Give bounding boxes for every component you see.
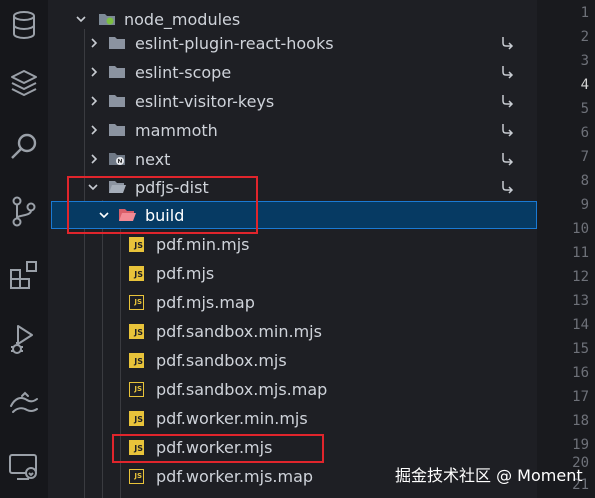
chevron-right-icon: [91, 38, 98, 48]
line-number: 16: [572, 365, 589, 381]
file-explorer: node_modules eslint-plugin-react-hooks e…: [48, 0, 537, 498]
search-icon[interactable]: [5, 128, 43, 166]
remote-explorer-icon[interactable]: [5, 448, 43, 486]
line-number: 3: [580, 53, 589, 69]
tree-item-label: pdf.mjs: [156, 264, 215, 283]
line-number: 10: [572, 221, 589, 237]
tree-item-eslint-scope[interactable]: eslint-scope: [48, 58, 537, 87]
line-number: 11: [572, 245, 589, 261]
line-number: 5: [580, 101, 589, 117]
js-map-file-icon: JS: [129, 382, 144, 397]
symlink-arrow-icon: [502, 153, 514, 166]
tree-item-label: eslint-visitor-keys: [135, 92, 275, 111]
line-number: 1: [580, 5, 589, 21]
tree-item-label: eslint-scope: [135, 63, 232, 82]
symlink-arrow-icon: [502, 95, 514, 108]
symlink-arrow-icon: [502, 181, 514, 194]
line-number: 8: [580, 173, 589, 189]
line-number: 14: [572, 317, 589, 333]
line-number: 9: [580, 197, 589, 213]
tree-item-next[interactable]: next: [48, 145, 537, 174]
line-number: 18: [572, 413, 589, 429]
tree-item-eslint-visitor-keys[interactable]: eslint-visitor-keys: [48, 87, 537, 116]
chevron-right-icon: [91, 125, 98, 135]
run-debug-icon[interactable]: [5, 320, 43, 358]
folder-icon: [109, 66, 125, 78]
chevron-right-icon: [91, 154, 98, 164]
database-icon[interactable]: [5, 6, 43, 44]
js-file-icon: JS: [129, 353, 144, 368]
annotation-box-pdf-worker: [112, 434, 324, 463]
editor-gutter: 1 2 3 4 5 6 7 8 9 10 11 12 13 14 15 16 1…: [537, 0, 595, 498]
symlink-arrow-icon: [502, 124, 514, 137]
layers-icon[interactable]: [5, 64, 43, 102]
extensions-icon[interactable]: [5, 256, 43, 294]
tree-item-file[interactable]: JS pdf.mjs: [48, 259, 537, 288]
line-number: 12: [572, 269, 589, 285]
chevron-right-icon: [91, 96, 98, 106]
tree-item-label: pdf.min.mjs: [156, 235, 250, 254]
folder-icon: [109, 95, 125, 107]
tree-item-label: pdf.worker.mjs.map: [156, 467, 314, 486]
tree-item-label: pdf.sandbox.mjs.map: [156, 380, 328, 399]
line-number: 2: [580, 29, 589, 45]
tree-item-label: pdf.sandbox.min.mjs: [156, 322, 322, 341]
js-map-file-icon: JS: [129, 295, 144, 310]
js-file-icon: JS: [129, 411, 144, 426]
tree-item-label: pdf.sandbox.mjs: [156, 351, 287, 370]
folder-icon: [109, 124, 125, 136]
js-map-file-icon: JS: [129, 469, 144, 484]
tree-item-file[interactable]: JS pdf.sandbox.mjs.map: [48, 375, 537, 404]
annotation-box-pdfjs-build: [67, 176, 258, 234]
tree-item-label: pdf.worker.min.mjs: [156, 409, 308, 428]
js-file-icon: JS: [129, 237, 144, 252]
chevron-down-icon: [76, 16, 86, 23]
activity-bar: [0, 0, 49, 498]
line-number: 7: [580, 149, 589, 165]
line-number-active: 4: [580, 77, 589, 93]
tree-item-label: pdf.mjs.map: [156, 293, 255, 312]
tree-item-label: next: [135, 150, 171, 169]
folder-next-icon: [109, 153, 125, 165]
line-number: 19: [572, 437, 589, 453]
js-file-icon: JS: [129, 324, 144, 339]
folder-icon: [109, 37, 125, 49]
folder-open-node-icon: [99, 14, 115, 25]
tree-item-file[interactable]: JS pdf.min.mjs: [48, 230, 537, 259]
tree-item-label: mammoth: [135, 121, 218, 140]
docker-icon[interactable]: [5, 384, 43, 422]
tree-item-file[interactable]: JS pdf.worker.min.mjs: [48, 404, 537, 433]
tree-item-eslint-plugin-react-hooks[interactable]: eslint-plugin-react-hooks: [48, 29, 537, 58]
tree-item-file[interactable]: JS pdf.sandbox.min.mjs: [48, 317, 537, 346]
line-number: 6: [580, 125, 589, 141]
line-number: 13: [572, 293, 589, 309]
watermark: 掘金技术社区 @ Moment: [395, 466, 583, 485]
source-control-icon[interactable]: [5, 192, 43, 230]
symlink-arrow-icon: [502, 37, 514, 50]
tree-item-file[interactable]: JS pdf.mjs.map: [48, 288, 537, 317]
tree-item-label: eslint-plugin-react-hooks: [135, 34, 334, 53]
chevron-right-icon: [91, 67, 98, 77]
symlink-arrow-icon: [502, 66, 514, 79]
tree-item-mammoth[interactable]: mammoth: [48, 116, 537, 145]
line-number: 15: [572, 341, 589, 357]
js-file-icon: JS: [129, 266, 144, 281]
tree-item-file[interactable]: JS pdf.sandbox.mjs: [48, 346, 537, 375]
line-number: 17: [572, 389, 589, 405]
